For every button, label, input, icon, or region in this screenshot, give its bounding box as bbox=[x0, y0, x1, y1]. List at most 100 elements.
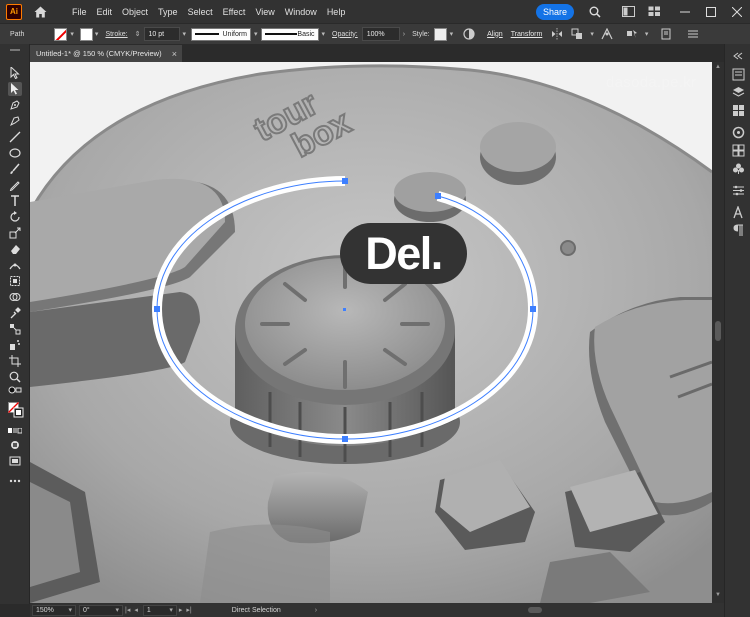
blend-tool-icon[interactable] bbox=[8, 322, 22, 336]
scale-tool-icon[interactable] bbox=[8, 226, 22, 240]
stroke-weight-field[interactable]: 10 pt bbox=[143, 27, 180, 41]
default-colors-icon[interactable] bbox=[8, 386, 22, 400]
eraser-tool-icon[interactable] bbox=[8, 242, 22, 256]
menu-edit[interactable]: Edit bbox=[92, 7, 118, 17]
menu-window[interactable]: Window bbox=[280, 7, 322, 17]
next-artboard-icon[interactable]: ▸ bbox=[179, 606, 183, 614]
libraries-panel-icon[interactable] bbox=[730, 102, 746, 118]
collapse-panels-icon[interactable] bbox=[730, 48, 746, 64]
fill-swatch[interactable] bbox=[54, 27, 68, 41]
appearance-panel-icon[interactable] bbox=[730, 182, 746, 198]
shape-builder-tool-icon[interactable] bbox=[8, 290, 22, 304]
fill-stroke-swatches[interactable] bbox=[8, 402, 24, 418]
zoom-field[interactable]: 150% ▾ bbox=[32, 604, 76, 616]
stroke-label[interactable]: Stroke: bbox=[105, 31, 127, 38]
home-icon[interactable] bbox=[33, 5, 47, 19]
more-tools-icon[interactable] bbox=[8, 474, 22, 488]
stroke-swatch[interactable] bbox=[79, 27, 93, 41]
document-tab[interactable]: Untitled-1* @ 150 % (CMYK/Preview) × bbox=[30, 45, 182, 62]
align-button[interactable]: Align bbox=[483, 31, 507, 38]
chevron-right-icon[interactable]: › bbox=[403, 31, 405, 38]
curvature-tool-icon[interactable] bbox=[8, 114, 22, 128]
workspace-switcher-icon[interactable] bbox=[646, 4, 662, 20]
chevron-down-icon[interactable]: ▾ bbox=[254, 30, 258, 38]
artboard-canvas[interactable]: tour box dasoda.pe.kr Del. bbox=[30, 62, 712, 603]
graphic-style-swatch[interactable] bbox=[433, 27, 447, 41]
swatches-panel-icon[interactable] bbox=[730, 142, 746, 158]
vertical-scrollbar[interactable]: ▲ ▼ bbox=[712, 62, 724, 603]
brush-definition[interactable]: Basic bbox=[260, 27, 319, 41]
chevron-down-icon[interactable]: ▾ bbox=[450, 30, 454, 38]
opacity-field[interactable]: 100% bbox=[361, 27, 400, 41]
scroll-down-icon[interactable]: ▼ bbox=[714, 592, 722, 600]
pen-tool-icon[interactable] bbox=[8, 98, 22, 112]
share-button[interactable]: Share bbox=[535, 3, 574, 20]
menu-select[interactable]: Select bbox=[183, 7, 218, 17]
line-tool-icon[interactable] bbox=[8, 130, 22, 144]
stepper-icon[interactable]: ⇕ bbox=[135, 30, 141, 38]
chevron-right-icon[interactable]: › bbox=[315, 607, 317, 614]
select-similar-icon[interactable] bbox=[625, 27, 639, 41]
toolbar-grip[interactable] bbox=[10, 49, 20, 51]
color-mode-icons[interactable] bbox=[8, 424, 22, 438]
direct-selection-tool-icon[interactable] bbox=[8, 82, 22, 96]
free-transform-tool-icon[interactable] bbox=[8, 274, 22, 288]
menu-view[interactable]: View bbox=[250, 7, 279, 17]
width-tool-icon[interactable] bbox=[8, 258, 22, 272]
menu-file[interactable]: File bbox=[67, 7, 92, 17]
chevron-down-icon[interactable]: ▾ bbox=[95, 30, 99, 38]
scroll-up-icon[interactable]: ▲ bbox=[714, 64, 722, 72]
last-artboard-icon[interactable]: ▸| bbox=[186, 606, 191, 614]
rotate-tool-icon[interactable] bbox=[8, 210, 22, 224]
pencil-tool-icon[interactable] bbox=[8, 178, 22, 192]
menu-effect[interactable]: Effect bbox=[218, 7, 251, 17]
ellipse-tool-icon[interactable] bbox=[8, 146, 22, 160]
artboard-tool-icon[interactable] bbox=[8, 354, 22, 368]
character-panel-icon[interactable] bbox=[730, 204, 746, 220]
chevron-down-icon[interactable]: ▾ bbox=[645, 30, 649, 38]
flip-horizontal-icon[interactable] bbox=[550, 27, 564, 41]
panel-menu-icon[interactable] bbox=[686, 27, 700, 41]
rotation-field[interactable]: 0° ▾ bbox=[79, 604, 123, 616]
opacity-label[interactable]: Opacity: bbox=[332, 31, 358, 38]
paragraph-panel-icon[interactable] bbox=[730, 222, 746, 238]
scroll-thumb[interactable] bbox=[528, 607, 542, 613]
search-icon[interactable] bbox=[587, 4, 603, 20]
puppet-warp-icon[interactable] bbox=[600, 27, 614, 41]
selection-tool-icon[interactable] bbox=[8, 66, 22, 80]
maximize-icon[interactable] bbox=[703, 4, 719, 20]
arrange-documents-icon[interactable] bbox=[620, 4, 636, 20]
chevron-down-icon[interactable]: ▾ bbox=[183, 30, 187, 38]
prev-artboard-icon[interactable]: ◂ bbox=[134, 606, 138, 614]
artboard-number-field[interactable]: 1 ▾ bbox=[142, 604, 177, 616]
recolor-artwork-icon[interactable] bbox=[462, 27, 476, 41]
isolate-icon[interactable] bbox=[570, 27, 584, 41]
scroll-thumb[interactable] bbox=[715, 321, 721, 341]
type-tool-icon[interactable] bbox=[8, 194, 22, 208]
minimize-icon[interactable] bbox=[677, 4, 693, 20]
symbol-sprayer-tool-icon[interactable] bbox=[8, 338, 22, 352]
chevron-down-icon[interactable]: ▾ bbox=[70, 30, 74, 38]
chevron-down-icon[interactable]: ▾ bbox=[590, 30, 594, 38]
zoom-tool-icon[interactable] bbox=[8, 370, 22, 384]
properties-panel-icon[interactable] bbox=[730, 66, 746, 82]
menu-type[interactable]: Type bbox=[153, 7, 183, 17]
first-artboard-icon[interactable]: |◂ bbox=[125, 606, 130, 614]
screen-mode-icon[interactable] bbox=[8, 454, 22, 468]
selected-arc-path[interactable] bbox=[30, 62, 712, 603]
drawing-modes-icon[interactable] bbox=[8, 438, 22, 452]
chevron-down-icon[interactable]: ▾ bbox=[322, 30, 326, 38]
close-icon[interactable]: × bbox=[172, 49, 177, 59]
menu-object[interactable]: Object bbox=[117, 7, 153, 17]
symbols-panel-icon[interactable] bbox=[730, 160, 746, 176]
variable-width-profile[interactable]: Uniform bbox=[191, 27, 252, 41]
paintbrush-tool-icon[interactable] bbox=[8, 162, 22, 176]
document-setup-icon[interactable] bbox=[659, 27, 673, 41]
menu-help[interactable]: Help bbox=[322, 7, 351, 17]
transform-button[interactable]: Transform bbox=[507, 31, 547, 38]
layers-panel-icon[interactable] bbox=[730, 84, 746, 100]
horizontal-scrollbar[interactable] bbox=[360, 606, 712, 614]
close-window-icon[interactable] bbox=[729, 4, 745, 20]
eyedropper-tool-icon[interactable] bbox=[8, 306, 22, 320]
color-panel-icon[interactable] bbox=[730, 124, 746, 140]
